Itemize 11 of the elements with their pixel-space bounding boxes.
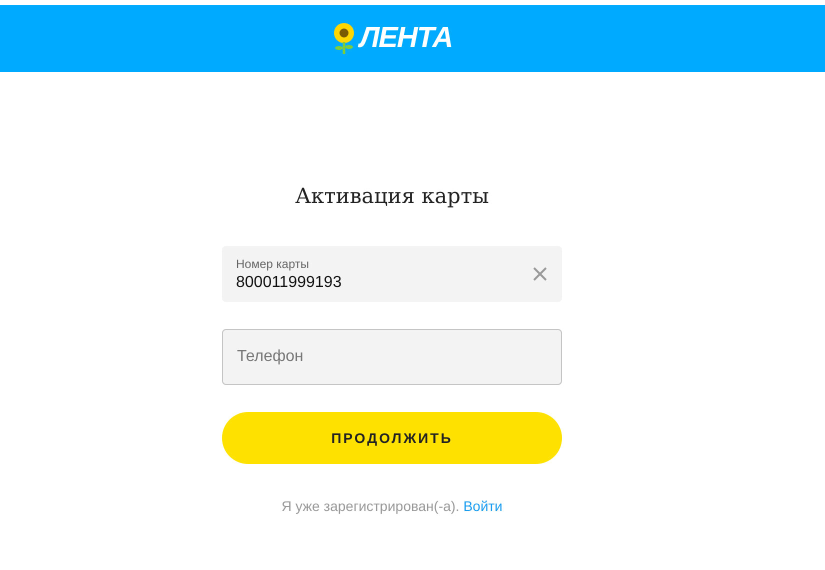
continue-button[interactable]: ПРОДОЛЖИТЬ — [222, 412, 562, 464]
login-prompt: Я уже зарегистрирован(-а). Войти — [281, 498, 503, 514]
field-placeholder: Телефон — [237, 348, 304, 366]
field-label: Номер карты — [236, 256, 310, 270]
field-value: 800011999193 — [236, 274, 343, 292]
card-number-field[interactable]: Номер карты 800011999193 — [222, 246, 562, 302]
page-title: Активация карты — [295, 184, 489, 208]
phone-field[interactable]: Телефон — [222, 329, 562, 385]
logo-text: ЛЕНТА — [360, 22, 452, 55]
sunflower-icon — [332, 22, 356, 56]
close-icon[interactable] — [532, 266, 548, 282]
